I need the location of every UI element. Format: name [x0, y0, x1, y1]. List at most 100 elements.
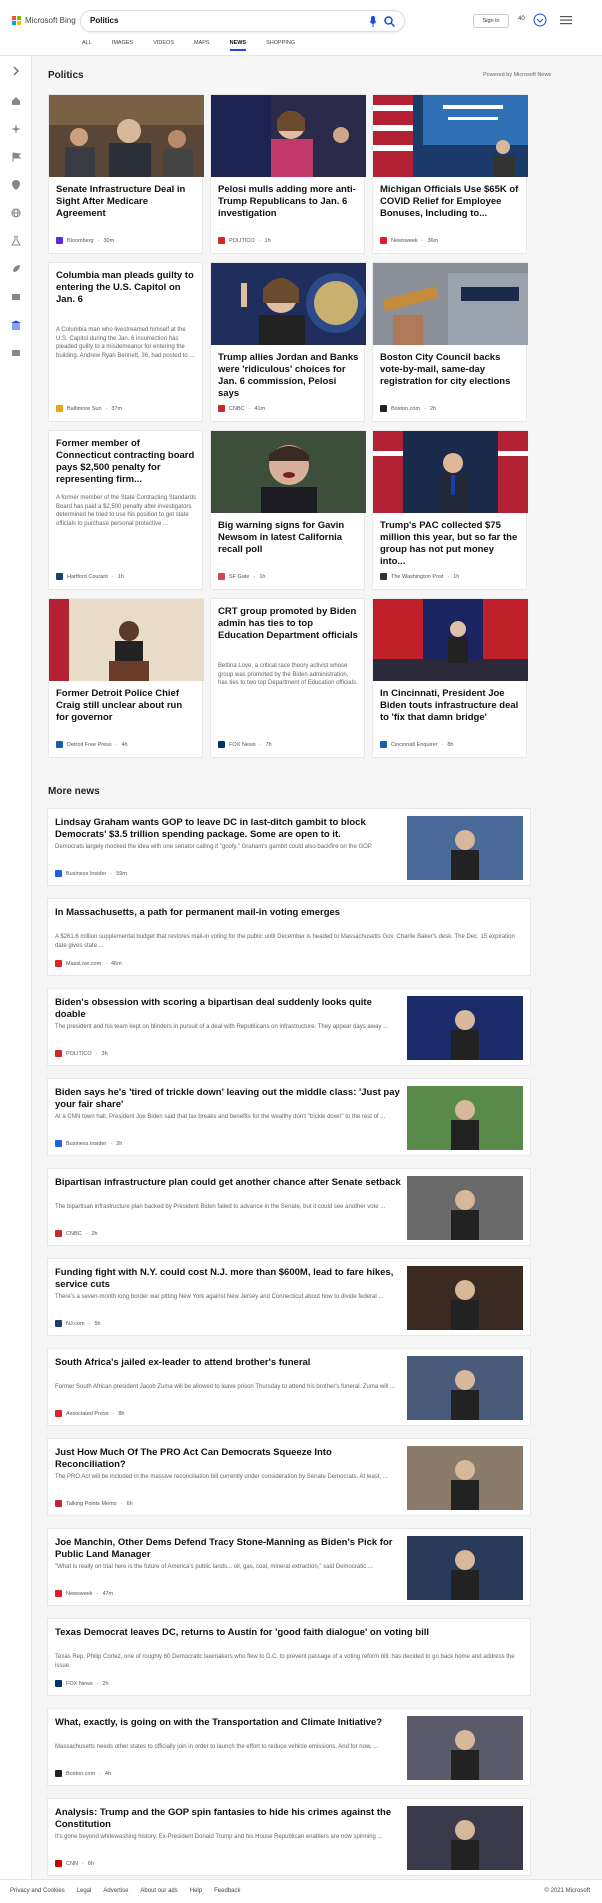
sign-in-button[interactable]: Sign in	[473, 14, 509, 28]
home-icon[interactable]	[11, 96, 21, 106]
news-card[interactable]: Pelosi mulls adding more anti-Trump Repu…	[210, 94, 366, 254]
row-snippet: A $261.6 million supplemental budget tha…	[55, 934, 515, 949]
row-title[interactable]: In Massachusetts, a path for permanent m…	[55, 907, 525, 919]
row-title[interactable]: Just How Much Of The PRO Act Can Democra…	[55, 1447, 405, 1471]
source-logo-icon	[380, 405, 387, 412]
politics-icon[interactable]	[11, 320, 21, 330]
flag-icon[interactable]	[11, 152, 21, 162]
science-icon[interactable]	[11, 236, 21, 246]
row-title[interactable]: Joe Manchin, Other Dems Defend Tracy Sto…	[55, 1537, 405, 1561]
tab-images[interactable]: IMAGES	[112, 40, 133, 51]
tab-news[interactable]: NEWS	[229, 40, 247, 51]
news-row[interactable]: Analysis: Trump and the GOP spin fantasi…	[47, 1798, 531, 1876]
row-source: FOX News · 2h	[55, 1680, 109, 1687]
footer-link-privacy[interactable]: Privacy and Cookies	[10, 1888, 65, 1894]
row-source: Boston.com · 4h	[55, 1770, 111, 1777]
card-image	[211, 263, 366, 345]
news-row[interactable]: What, exactly, is going on with the Tran…	[47, 1708, 531, 1786]
news-row[interactable]: Lindsay Graham wants GOP to leave DC in …	[47, 808, 531, 886]
footer: Privacy and Cookies Legal Advertise Abou…	[0, 1879, 602, 1903]
tab-videos[interactable]: VIDEOS	[153, 40, 174, 51]
sparkle-icon[interactable]	[11, 124, 21, 134]
news-row[interactable]: Biden says he's 'tired of trickle down' …	[47, 1078, 531, 1156]
card-title[interactable]: Trump's PAC collected $75 million this y…	[380, 520, 521, 568]
news-card[interactable]: CRT group promoted by Biden admin has ti…	[210, 598, 365, 758]
row-title[interactable]: Lindsay Graham wants GOP to leave DC in …	[55, 817, 405, 841]
news-row[interactable]: Joe Manchin, Other Dems Defend Tracy Sto…	[47, 1528, 531, 1606]
row-title[interactable]: What, exactly, is going on with the Tran…	[55, 1717, 405, 1729]
row-snippet: Massachusetts needs other states to offi…	[55, 1744, 379, 1750]
news-row[interactable]: Bipartisan infrastructure plan could get…	[47, 1168, 531, 1246]
row-snippet: At a CNN town hall, President Joe Biden …	[55, 1114, 386, 1120]
news-row[interactable]: Funding fight with N.Y. could cost N.J. …	[47, 1258, 531, 1336]
footer-link-feedback[interactable]: Feedback	[214, 1888, 240, 1894]
news-card[interactable]: Big warning signs for Gavin Newsom in la…	[210, 430, 366, 590]
card-title[interactable]: Trump allies Jordan and Banks were 'ridi…	[218, 352, 359, 400]
row-title[interactable]: South Africa's jailed ex-leader to atten…	[55, 1357, 405, 1369]
news-row[interactable]: Just How Much Of The PRO Act Can Democra…	[47, 1438, 531, 1516]
card-source: FOX News · 7h	[218, 741, 272, 748]
bing-logo[interactable]: Microsoft Bing	[12, 16, 76, 25]
globe-icon[interactable]	[11, 208, 21, 218]
news-card[interactable]: In Cincinnati, President Joe Biden touts…	[372, 598, 528, 758]
microphone-icon[interactable]	[369, 16, 377, 27]
tab-maps[interactable]: MAPS	[194, 40, 210, 51]
card-image	[373, 431, 528, 513]
source-logo-icon	[56, 237, 63, 244]
rocket-icon[interactable]	[11, 264, 21, 274]
row-title[interactable]: Analysis: Trump and the GOP spin fantasi…	[55, 1807, 405, 1831]
row-title[interactable]: Texas Democrat leaves DC, returns to Aus…	[55, 1627, 525, 1639]
footer-link-legal[interactable]: Legal	[77, 1888, 92, 1894]
row-title[interactable]: Biden says he's 'tired of trickle down' …	[55, 1087, 405, 1111]
money-icon[interactable]	[11, 348, 21, 358]
expand-icon[interactable]	[11, 66, 21, 76]
news-row[interactable]: Texas Democrat leaves DC, returns to Aus…	[47, 1618, 531, 1696]
card-image	[211, 95, 366, 177]
card-title[interactable]: Boston City Council backs vote-by-mail, …	[380, 352, 521, 388]
entertainment-icon[interactable]	[11, 292, 21, 302]
news-card[interactable]: Trump's PAC collected $75 million this y…	[372, 430, 528, 590]
news-card[interactable]: Former member of Connecticut contracting…	[48, 430, 203, 590]
row-source: NJ.com · 5h	[55, 1320, 101, 1327]
footer-link-help[interactable]: Help	[190, 1888, 202, 1894]
card-title[interactable]: In Cincinnati, President Joe Biden touts…	[380, 688, 521, 724]
news-card[interactable]: Columbia man pleads guilty to entering t…	[48, 262, 203, 422]
rewards-points[interactable]: 40	[518, 16, 525, 22]
news-card[interactable]: Former Detroit Police Chief Craig still …	[48, 598, 204, 758]
source-logo-icon	[55, 1590, 62, 1597]
card-title[interactable]: CRT group promoted by Biden admin has ti…	[218, 606, 359, 642]
card-title[interactable]: Columbia man pleads guilty to entering t…	[56, 270, 197, 306]
news-row[interactable]: In Massachusetts, a path for permanent m…	[47, 898, 531, 976]
footer-links: Privacy and Cookies Legal Advertise Abou…	[10, 1888, 240, 1894]
card-title[interactable]: Pelosi mulls adding more anti-Trump Repu…	[218, 184, 359, 220]
card-title[interactable]: Senate Infrastructure Deal in Sight Afte…	[56, 184, 197, 220]
row-title[interactable]: Bipartisan infrastructure plan could get…	[55, 1177, 405, 1189]
hamburger-menu-icon[interactable]	[560, 14, 572, 26]
card-source: The Washington Post · 1h	[380, 573, 459, 580]
location-icon[interactable]	[11, 180, 21, 190]
row-title[interactable]: Biden's obsession with scoring a biparti…	[55, 997, 405, 1021]
news-card[interactable]: Senate Infrastructure Deal in Sight Afte…	[48, 94, 204, 254]
card-source: Newsweek · 36m	[380, 237, 438, 244]
news-card[interactable]: Boston City Council backs vote-by-mail, …	[372, 262, 528, 422]
row-title[interactable]: Funding fight with N.Y. could cost N.J. …	[55, 1267, 405, 1291]
card-title[interactable]: Former member of Connecticut contracting…	[56, 438, 197, 486]
search-box[interactable]: Politics	[80, 10, 405, 32]
tab-all[interactable]: ALL	[82, 40, 92, 51]
source-logo-icon	[218, 741, 225, 748]
search-icon[interactable]	[384, 16, 395, 27]
news-row[interactable]: Biden's obsession with scoring a biparti…	[47, 988, 531, 1066]
footer-link-advertise[interactable]: Advertise	[103, 1888, 128, 1894]
row-source: POLITICO · 3h	[55, 1050, 108, 1057]
news-row[interactable]: South Africa's jailed ex-leader to atten…	[47, 1348, 531, 1426]
card-title[interactable]: Michigan Officials Use $65K of COVID Rel…	[380, 184, 521, 220]
card-title[interactable]: Big warning signs for Gavin Newsom in la…	[218, 520, 359, 556]
news-card[interactable]: Michigan Officials Use $65K of COVID Rel…	[372, 94, 528, 254]
card-source: Bloomberg · 30m	[56, 237, 114, 244]
card-title[interactable]: Former Detroit Police Chief Craig still …	[56, 688, 197, 724]
news-card[interactable]: Trump allies Jordan and Banks were 'ridi…	[210, 262, 366, 422]
search-input[interactable]: Politics	[90, 16, 118, 25]
tab-shopping[interactable]: SHOPPING	[266, 40, 295, 51]
footer-link-about-ads[interactable]: About our ads	[140, 1888, 177, 1894]
rewards-icon[interactable]	[533, 13, 547, 27]
